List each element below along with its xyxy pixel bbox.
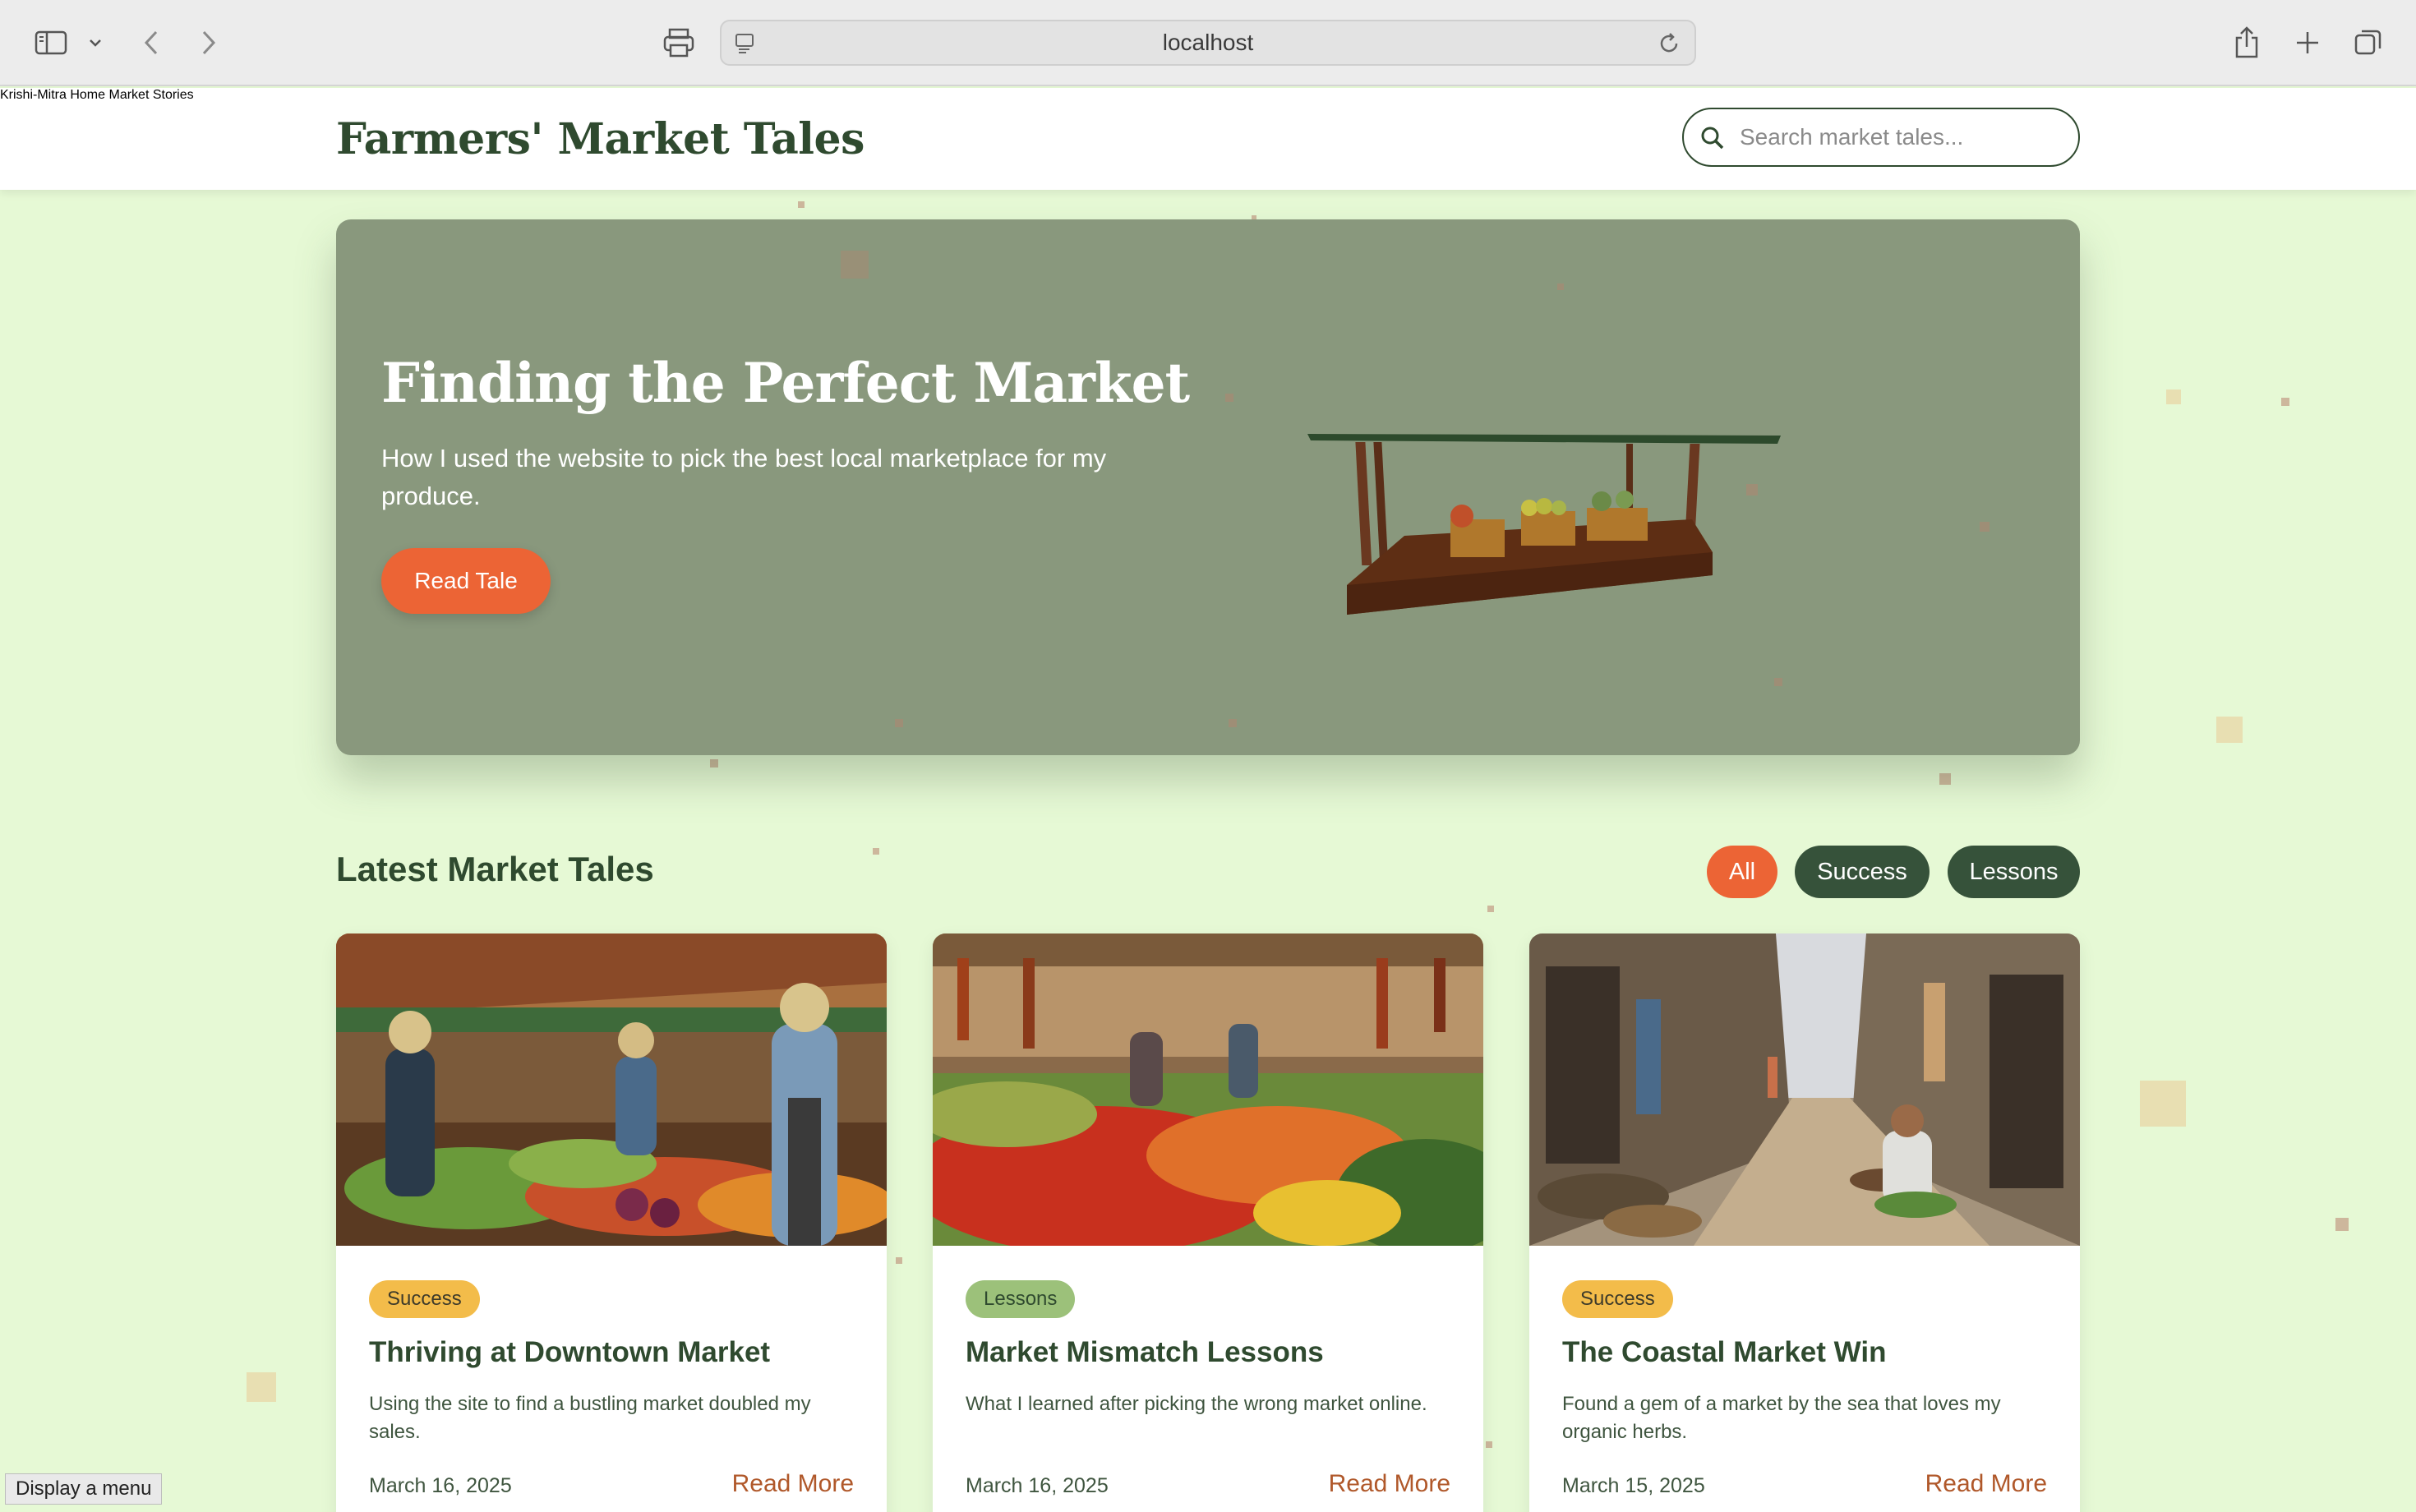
card-title[interactable]: The Coastal Market Win [1562, 1336, 1887, 1369]
read-more-link[interactable]: Read More [732, 1470, 854, 1498]
filter-all-button[interactable]: All [1707, 846, 1777, 898]
category-badge: Success [369, 1280, 480, 1318]
chevron-down-icon[interactable] [85, 23, 105, 62]
decor-square [1774, 678, 1782, 686]
browser-toolbar: localhost [0, 0, 2416, 86]
card-date: March 16, 2025 [966, 1474, 1109, 1497]
search-input[interactable] [1740, 124, 2052, 150]
main-nav: Krishi-Mitra Home Market Stories [0, 88, 2416, 103]
decor-square [2166, 390, 2181, 404]
address-bar[interactable]: localhost [720, 20, 1696, 66]
reload-icon[interactable] [1657, 31, 1681, 60]
search-box [1682, 108, 2080, 167]
decor-square [1486, 1441, 1492, 1448]
read-tale-button[interactable]: Read Tale [381, 548, 551, 614]
decor-square [2335, 1218, 2349, 1231]
hero-banner: Finding the Perfect Market How I used th… [336, 219, 2080, 755]
nav-link-market-stories[interactable]: Market Stories [108, 88, 193, 102]
share-icon[interactable] [2230, 23, 2263, 62]
hero-title: Finding the Perfect Market [381, 351, 1190, 415]
card-title[interactable]: Thriving at Downtown Market [369, 1336, 770, 1369]
url-text: localhost [1162, 30, 1254, 55]
decor-square [895, 719, 903, 727]
decor-square [1229, 719, 1237, 727]
decor-square [2216, 717, 2243, 743]
story-card[interactable]: Success The Coastal Market Win Found a g… [1529, 933, 2080, 1512]
decor-square [2281, 398, 2289, 406]
menu-tooltip: Display a menu [5, 1473, 163, 1505]
decor-square [2140, 1081, 2186, 1127]
filter-lessons-button[interactable]: Lessons [1948, 846, 2080, 898]
hero-subtitle: How I used the website to pick the best … [381, 444, 1107, 510]
card-description: Found a gem of a market by the sea that … [1562, 1393, 2001, 1443]
decor-square [841, 251, 869, 279]
card-description: What I learned after picking the wrong m… [966, 1393, 1427, 1415]
decor-square [896, 1257, 902, 1264]
decor-square [798, 201, 805, 208]
decor-square [247, 1372, 276, 1402]
read-more-link[interactable]: Read More [1329, 1470, 1450, 1498]
card-date: March 15, 2025 [1562, 1474, 1705, 1497]
print-icon[interactable] [661, 23, 697, 62]
decor-square [1557, 284, 1564, 290]
read-more-link[interactable]: Read More [1925, 1470, 2047, 1498]
story-card[interactable]: Lessons Market Mismatch Lessons What I l… [933, 933, 1483, 1512]
card-image [336, 933, 887, 1246]
decor-square [710, 759, 718, 768]
decor-square [1487, 906, 1494, 912]
decor-square [1225, 394, 1233, 402]
story-card[interactable]: Success Thriving at Downtown Market Usin… [336, 933, 887, 1512]
back-icon[interactable] [138, 23, 164, 62]
card-image [933, 933, 1483, 1246]
section-title: Latest Market Tales [336, 850, 654, 888]
category-badge: Lessons [966, 1280, 1076, 1318]
decor-square [873, 848, 879, 855]
card-image [1529, 933, 2080, 1246]
category-badge: Success [1562, 1280, 1673, 1318]
sidebar-icon[interactable] [33, 23, 69, 62]
decor-square [1939, 773, 1951, 785]
card-title[interactable]: Market Mismatch Lessons [966, 1336, 1324, 1369]
site-header: Farmers' Market Tales Krishi-Mitra Home … [0, 88, 2416, 190]
nav-link-home[interactable]: Home [70, 88, 105, 102]
new-tab-icon[interactable] [2291, 23, 2324, 62]
search-icon [1700, 126, 1725, 154]
decor-square [1980, 522, 1990, 532]
site-brand[interactable]: Farmers' Market Tales [336, 114, 865, 164]
card-date: March 16, 2025 [369, 1474, 512, 1497]
filter-success-button[interactable]: Success [1795, 846, 1930, 898]
market-stall-illustration [1307, 434, 1781, 615]
forward-icon[interactable] [196, 23, 222, 62]
nav-link-krishi-mitra[interactable]: Krishi-Mitra [0, 88, 67, 102]
tabs-overview-icon[interactable] [2352, 23, 2385, 62]
site-settings-icon[interactable] [735, 33, 756, 58]
card-description: Using the site to find a bustling market… [369, 1393, 811, 1443]
